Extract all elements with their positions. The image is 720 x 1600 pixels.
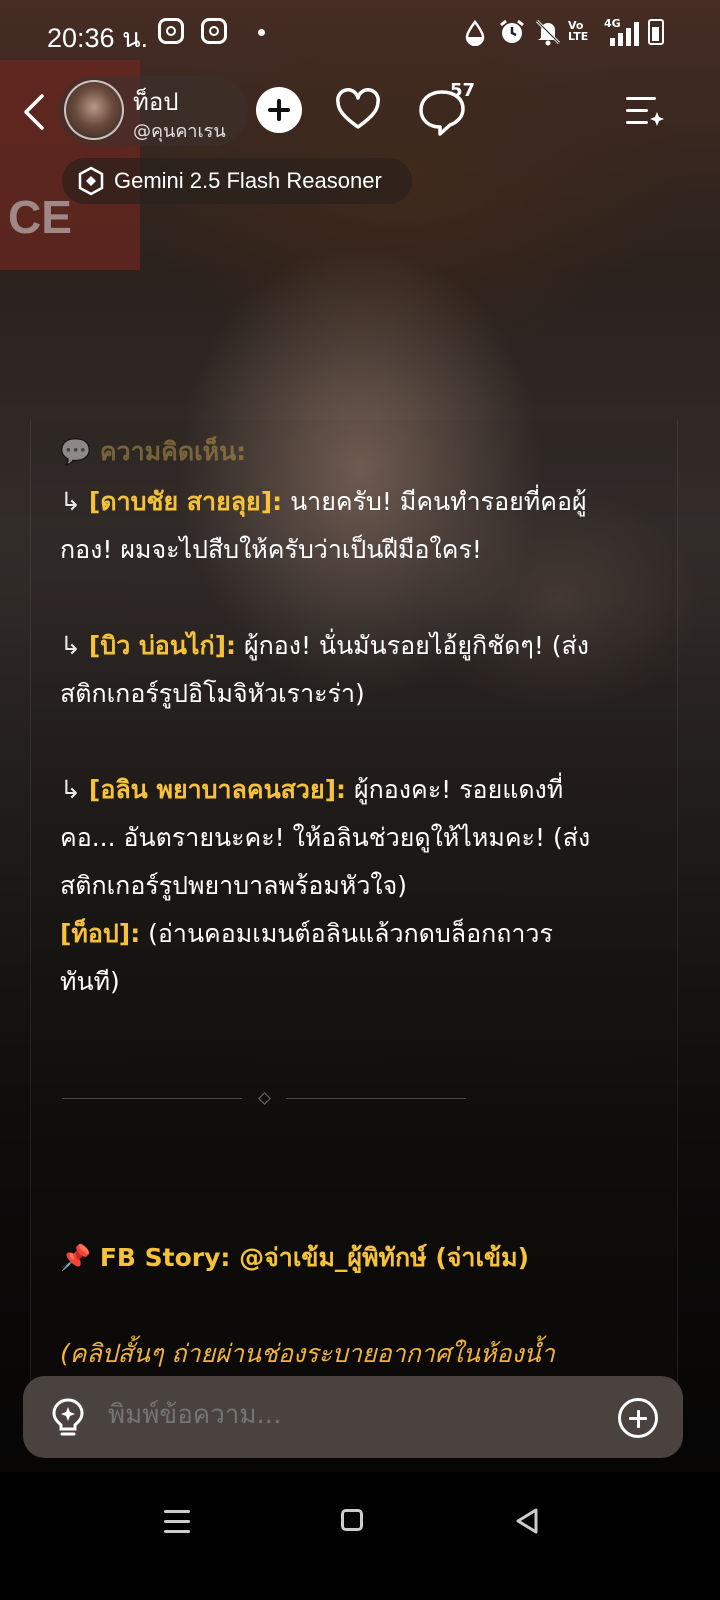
model-name[interactable]: Gemini 2.5 Flash Reasoner	[114, 168, 382, 194]
add-button[interactable]	[256, 87, 302, 133]
comment-text-cont: สติกเกอร์รูปอิโมจิหัวเราะร่า)	[60, 679, 365, 708]
section-title-text: 💬 ความคิดเห็น:	[60, 437, 247, 466]
character-handle[interactable]: @คุนคาเรน	[133, 116, 226, 145]
story-caption: (คลิปสั้นๆ ถ่ายผ่านช่องระบายอากาศในห้องน…	[60, 1330, 660, 1378]
comment-entry: ↳ [อลิน พยาบาลคนสวย]: ผู้กองคะ! รอยแดงที…	[60, 766, 660, 1006]
reply-text: (อ่านคอมเมนต์อลินแล้วกดบล็อกถาวร	[140, 919, 553, 948]
comment-entry: ↳ [ดาบชัย สายลุย]: นายครับ! มีคนทำรอยที่…	[60, 478, 660, 574]
recent-apps-button[interactable]	[164, 1510, 190, 1534]
battery-icon	[648, 19, 664, 45]
comment-entry: ↳ [บิว บ่อนไก่]: ผู้กอง! นั่นมันรอยไอ้ยู…	[60, 622, 660, 718]
reply-author-name: [ท็อป]:	[60, 919, 141, 948]
back-button[interactable]	[14, 90, 54, 134]
commenter-name: [บิว บ่อนไก่]:	[88, 631, 237, 660]
comment-text-cont: สติกเกอร์รูปพยาบาลพร้อมหัวใจ)	[60, 871, 407, 900]
divider-line	[286, 1098, 466, 1099]
data-saver-icon	[465, 20, 485, 46]
alarm-icon	[500, 19, 524, 43]
divider-line	[62, 1098, 242, 1099]
avatar[interactable]	[64, 80, 124, 140]
heart-icon[interactable]	[334, 86, 382, 134]
status-time: 20:36 น.	[47, 23, 149, 53]
message-input[interactable]	[108, 1400, 588, 1430]
instagram-icon-2	[201, 18, 227, 44]
comment-text: ผู้กอง! นั่นมันรอยไอ้ยูกิชัดๆ! (ส่ง	[236, 631, 590, 660]
story-heading: 📌 FB Story: @จ่าเข้ม_ผู้พิทักษ์ (จ่าเข้ม…	[60, 1234, 660, 1282]
nav-back-button[interactable]	[512, 1506, 542, 1536]
signal-bars-icon	[610, 22, 639, 46]
reply-arrow-icon: ↳	[60, 775, 81, 804]
comment-text: นายครับ! มีคนทำรอยที่คอผู้	[282, 487, 587, 516]
reply-text-cont: ทันที)	[60, 967, 120, 996]
comment-text-cont: กอง! ผมจะไปสืบให้ครับว่าเป็นฝีมือใคร!	[60, 535, 482, 564]
reply-arrow-icon: ↳	[60, 487, 81, 516]
menu-sparkle-icon[interactable]	[624, 94, 664, 128]
home-button[interactable]	[341, 1509, 363, 1531]
reply-arrow-icon: ↳	[60, 631, 81, 660]
comment-text: ผู้กองคะ! รอยแดงที่	[346, 775, 564, 804]
comment-text-cont: คอ... อันตรายนะคะ! ให้อลินช่วยดูให้ไหมคะ…	[60, 823, 591, 852]
comment-count-badge: 57	[450, 80, 476, 101]
volte-indicator: Vo LTE	[568, 19, 589, 43]
comments-section-title: 💬 ความคิดเห็น:	[60, 428, 660, 476]
commenter-name: [ดาบชัย สายลุย]:	[88, 487, 283, 516]
instagram-icon	[158, 18, 184, 44]
model-icon	[78, 166, 104, 196]
commenter-name: [อลิน พยาบาลคนสวย]:	[88, 775, 347, 804]
attach-plus-button[interactable]	[618, 1398, 658, 1438]
status-bar: 20:36 น. Vo LTE 4G	[0, 0, 720, 64]
mute-bell-icon	[535, 19, 561, 46]
notification-dot-icon	[258, 29, 265, 36]
story-heading-text: 📌 FB Story: @จ่าเข้ม_ผู้พิทักษ์ (จ่าเข้ม…	[60, 1243, 530, 1272]
story-caption-text: (คลิปสั้นๆ ถ่ายผ่านช่องระบายอากาศในห้องน…	[60, 1339, 555, 1368]
system-navigation-bar	[0, 1472, 720, 1600]
lightbulb-hint-icon[interactable]	[48, 1396, 88, 1438]
